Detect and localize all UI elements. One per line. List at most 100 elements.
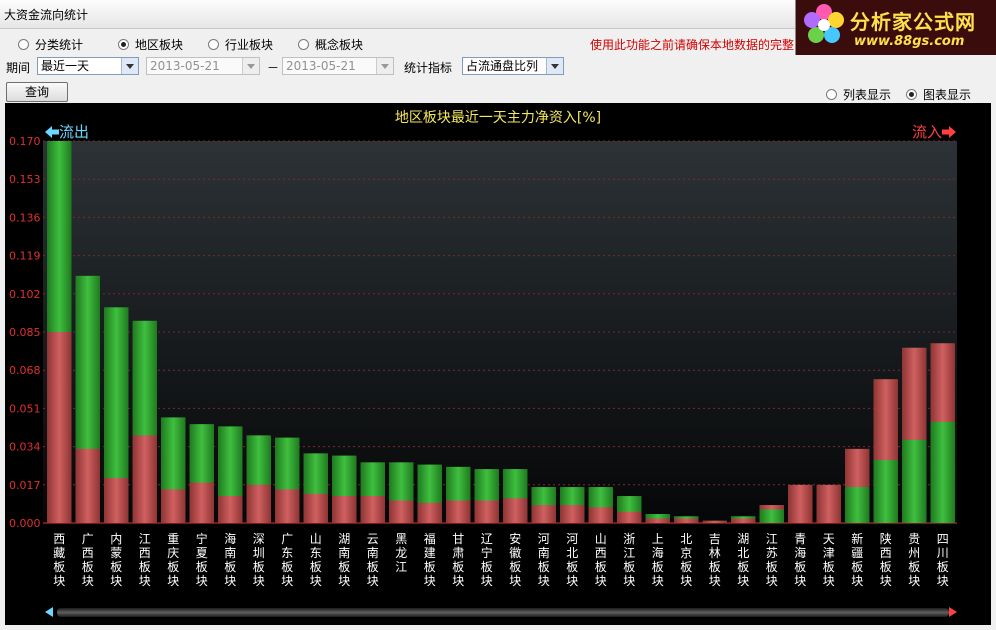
bar-red[interactable] xyxy=(559,505,585,523)
chevron-down-icon[interactable] xyxy=(121,58,138,74)
bar-red[interactable] xyxy=(46,332,72,523)
bar-red[interactable] xyxy=(160,489,186,523)
bar-red[interactable] xyxy=(531,505,557,523)
x-category-label: 辽宁板块 xyxy=(481,532,493,588)
scroll-left-arrow-icon[interactable] xyxy=(45,607,53,617)
x-category-label: 四川板块 xyxy=(937,532,949,588)
x-category-label: 黑龙江 xyxy=(395,532,407,574)
radio-dot xyxy=(208,38,219,50)
radio-dot xyxy=(826,88,837,100)
radio-dot xyxy=(298,38,309,50)
x-category-label: 河北板块 xyxy=(566,532,578,588)
scroll-right-arrow-icon[interactable] xyxy=(949,607,957,617)
chevron-down-icon[interactable] xyxy=(242,58,259,74)
bar-red[interactable] xyxy=(502,498,528,523)
radio-label: 分类统计 xyxy=(35,37,84,52)
bar-red[interactable] xyxy=(816,484,842,523)
x-category-label: 天津板块 xyxy=(823,532,835,588)
x-category-label: 福建板块 xyxy=(424,531,436,588)
bar-green[interactable] xyxy=(873,460,899,523)
bar-green[interactable] xyxy=(930,421,956,523)
period-select[interactable]: 最近一天 xyxy=(37,57,139,75)
x-category-label: 上海板块 xyxy=(652,532,664,588)
bar-green[interactable] xyxy=(759,509,785,523)
bar-red[interactable] xyxy=(388,500,414,523)
bar-red[interactable] xyxy=(417,502,443,523)
bar-red[interactable] xyxy=(787,484,813,523)
x-category-label: 贵州板块 xyxy=(908,532,920,588)
y-tick-label: 0.068 xyxy=(9,364,41,377)
bar-red[interactable] xyxy=(730,518,756,523)
bar-red[interactable] xyxy=(274,489,300,523)
radio-category-stats[interactable]: 分类统计 xyxy=(18,36,83,52)
bar-red[interactable] xyxy=(673,518,699,523)
date-from-picker[interactable]: 2013-05-21 xyxy=(146,57,260,75)
radio-concept-sector[interactable]: 概念板块 xyxy=(298,36,363,52)
x-category-label: 新疆板块 xyxy=(851,531,863,588)
bar-red[interactable] xyxy=(445,500,471,523)
x-category-label: 广东板块 xyxy=(281,532,293,588)
x-category-label: 海南板块 xyxy=(224,531,236,588)
date-from-value: 2013-05-21 xyxy=(150,59,220,73)
metric-value: 占流通盘比列 xyxy=(466,59,539,73)
bar-red[interactable] xyxy=(588,507,614,523)
window-title: 大资金流向统计 xyxy=(4,8,89,22)
y-tick-label: 0.170 xyxy=(9,135,41,148)
x-category-label: 湖南板块 xyxy=(338,531,350,588)
x-category-label: 北京板块 xyxy=(680,532,692,588)
y-tick-label: 0.017 xyxy=(9,479,41,492)
x-category-label: 西藏板块 xyxy=(53,532,65,588)
bar-red[interactable] xyxy=(702,520,728,523)
bar-red[interactable] xyxy=(75,448,101,523)
bar-red[interactable] xyxy=(616,511,642,523)
x-category-label: 浙江板块 xyxy=(623,532,635,588)
bar-green[interactable] xyxy=(844,487,870,523)
arrow-right-icon xyxy=(942,126,956,138)
inflow-label: 流入 xyxy=(912,121,956,142)
x-category-label: 云南板块 xyxy=(367,532,379,588)
inflow-text: 流入 xyxy=(911,123,942,141)
x-category-label: 内蒙板块 xyxy=(110,532,122,588)
bar-red[interactable] xyxy=(474,500,500,523)
notice-text: 使用此功能之前请确保本地数据的完整 xyxy=(590,38,795,52)
logo-url: www.88gs.com xyxy=(854,34,965,49)
logo-title: 分析家公式网 xyxy=(850,10,976,34)
y-tick-label: 0.102 xyxy=(9,288,41,301)
date-to-picker[interactable]: 2013-05-21 xyxy=(282,57,394,75)
x-category-label: 宁夏板块 xyxy=(196,531,208,588)
x-category-label: 江苏板块 xyxy=(766,532,778,588)
bar-red[interactable] xyxy=(103,478,129,523)
bar-green[interactable] xyxy=(901,439,927,523)
horizontal-scrollbar[interactable] xyxy=(57,608,949,617)
radio-chart-display[interactable]: 图表显示 xyxy=(906,86,971,102)
bar-red[interactable] xyxy=(360,496,386,523)
bar-red[interactable] xyxy=(246,484,272,523)
y-tick-label: 0.136 xyxy=(9,211,41,224)
x-category-label: 重庆板块 xyxy=(167,532,179,588)
radio-label: 图表显示 xyxy=(923,87,972,102)
chevron-down-icon[interactable] xyxy=(546,58,563,74)
bar-red[interactable] xyxy=(303,493,329,523)
radio-list-display[interactable]: 列表显示 xyxy=(826,86,891,102)
chart-title: 地区板块最近一天主力净资入[%] xyxy=(394,110,602,126)
y-tick-label: 0.000 xyxy=(9,517,41,530)
date-separator: － xyxy=(267,61,280,75)
query-button[interactable]: 查询 xyxy=(6,82,68,102)
bar-red[interactable] xyxy=(217,496,243,523)
metric-select[interactable]: 占流通盘比列 xyxy=(462,57,564,75)
radio-industry-sector[interactable]: 行业板块 xyxy=(208,36,273,52)
y-tick-label: 0.085 xyxy=(9,326,41,339)
bar-red[interactable] xyxy=(189,482,215,523)
x-category-label: 河南板块 xyxy=(538,532,550,588)
radio-label: 列表显示 xyxy=(843,87,892,102)
bar-red[interactable] xyxy=(645,518,671,523)
bar-red[interactable] xyxy=(132,435,158,523)
radio-label: 行业板块 xyxy=(225,37,274,52)
radio-dot xyxy=(18,38,29,50)
bar-red[interactable] xyxy=(331,496,357,523)
radio-region-sector[interactable]: 地区板块 xyxy=(118,36,183,52)
x-category-label: 安徽板块 xyxy=(509,531,521,588)
x-category-label: 深圳板块 xyxy=(253,532,265,588)
flower-logo-icon xyxy=(804,4,844,43)
chevron-down-icon[interactable] xyxy=(376,58,393,74)
